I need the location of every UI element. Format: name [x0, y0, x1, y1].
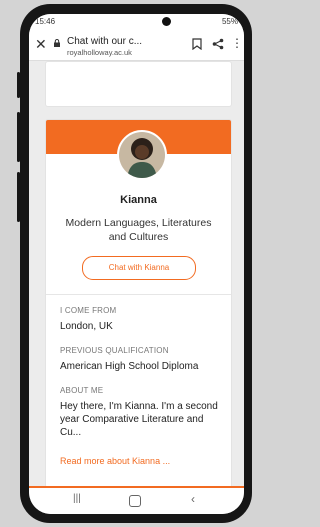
qualification-value: American High School Diploma	[60, 361, 199, 372]
android-nav-bar: ||| ‹	[29, 488, 244, 514]
camera-icon	[162, 17, 171, 26]
qualification-label: PREVIOUS QUALIFICATION	[60, 346, 169, 355]
close-icon[interactable]: ✕	[35, 36, 47, 53]
ambassador-card: Kianna Modern Languages, Literatures and…	[45, 119, 232, 488]
status-battery: 55%	[222, 17, 238, 26]
home-icon[interactable]	[129, 495, 141, 507]
status-time: 15:46	[35, 17, 56, 26]
battery-text: 55%	[221, 17, 238, 26]
phone-side-button	[17, 112, 20, 162]
previous-card	[45, 61, 232, 107]
recents-icon[interactable]: |||	[73, 493, 81, 504]
back-icon[interactable]: ‹	[191, 492, 195, 506]
about-value: Hey there, I'm Kianna. I'm a second year…	[60, 401, 218, 438]
avatar	[117, 130, 167, 180]
status-bar: 15:46 55%	[29, 14, 244, 30]
page-domain: royalholloway.ac.uk	[67, 48, 132, 57]
divider	[46, 294, 231, 295]
chat-button[interactable]: Chat with Kianna	[82, 256, 196, 280]
browser-toolbar: ✕ Chat with our c... royalholloway.ac.uk…	[29, 30, 244, 61]
lock-icon	[54, 39, 60, 47]
ambassador-name: Kianna	[120, 194, 157, 206]
about-label: ABOUT ME	[60, 386, 104, 395]
page-content: Kianna Modern Languages, Literatures and…	[29, 61, 244, 488]
profile-photo	[119, 132, 165, 178]
phone-side-button	[17, 172, 20, 222]
share-icon[interactable]	[212, 38, 224, 50]
phone-side-button	[17, 72, 20, 98]
phone-frame: 15:46 55% ✕ Chat with our c... royalholl…	[20, 4, 252, 523]
page-title: Chat with our c...	[67, 36, 143, 47]
ambassador-subject: Modern Languages, Literatures and Cultur…	[65, 217, 212, 243]
from-label: I COME FROM	[60, 306, 117, 315]
from-value: London, UK	[60, 321, 113, 332]
phone-screen: 15:46 55% ✕ Chat with our c... royalholl…	[29, 14, 244, 514]
read-more-link[interactable]: Read more about Kianna ...	[60, 456, 170, 466]
more-vertical-icon[interactable]: ⋮	[231, 36, 243, 50]
bookmark-icon[interactable]	[192, 38, 202, 50]
